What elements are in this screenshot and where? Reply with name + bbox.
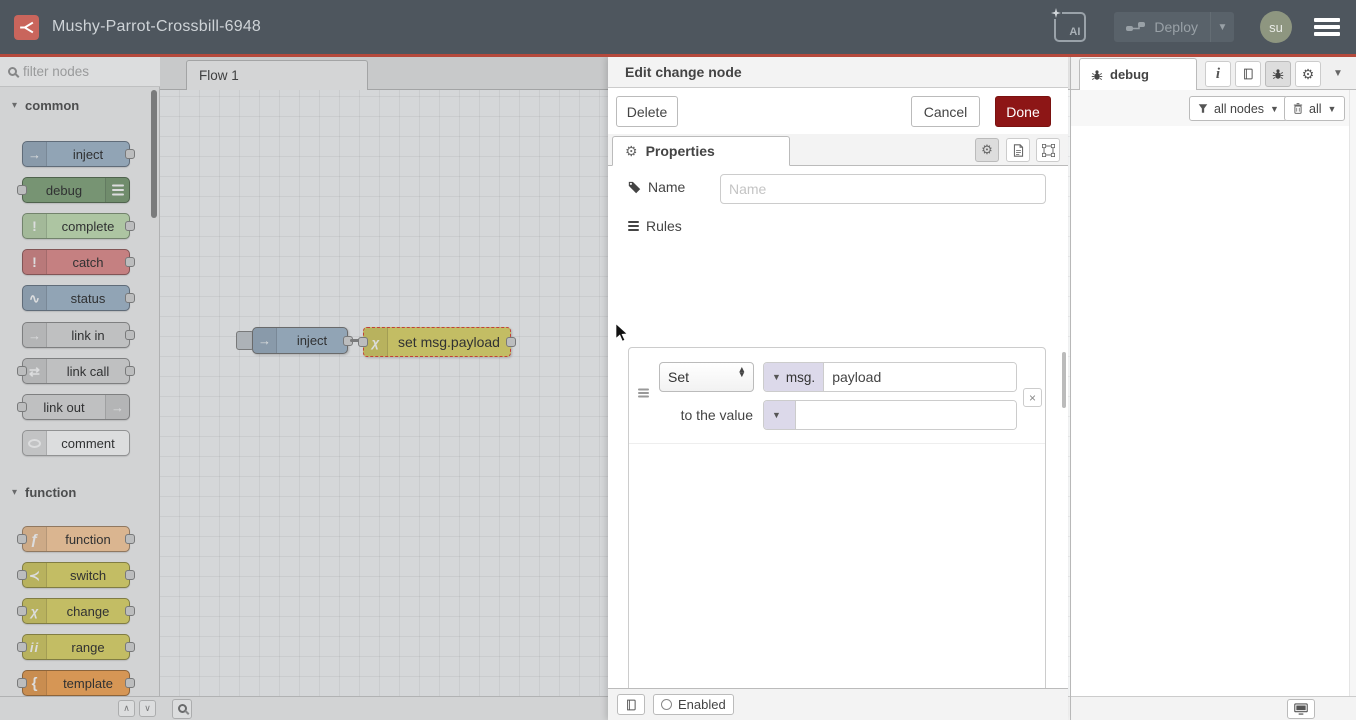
- avatar-initials: su: [1269, 20, 1283, 35]
- ai-label: AI: [1069, 26, 1080, 38]
- info-sidebar-button[interactable]: i: [1205, 61, 1231, 87]
- sidebar-tab-bar: debug i ⚙ ▼: [1071, 57, 1356, 90]
- node-help-button[interactable]: [617, 694, 645, 715]
- name-label-text: Name: [648, 179, 685, 195]
- dialog-tab-bar: ⚙ Properties ⚙: [608, 134, 1068, 166]
- appearance-frame-icon: [1042, 144, 1055, 157]
- deploy-button-group: Deploy ▼: [1114, 12, 1234, 42]
- dialog-title: Edit change node: [608, 57, 1068, 88]
- properties-tab-label: Properties: [646, 143, 715, 159]
- user-avatar[interactable]: su: [1260, 11, 1292, 43]
- select-stepper-icon: ▲▼: [738, 367, 746, 377]
- gear-icon: ⚙: [1302, 66, 1315, 83]
- name-field-label: Name: [628, 179, 685, 195]
- event-log-button[interactable]: [1287, 699, 1315, 719]
- sidebar-footer: [1071, 696, 1356, 720]
- debug-messages-panel: [1071, 126, 1356, 696]
- editor-shade-overlay: [0, 57, 608, 720]
- mouse-cursor: [615, 323, 629, 346]
- caret-down-icon: ▼: [1270, 104, 1279, 114]
- debug-filter-button[interactable]: all nodes ▼: [1189, 96, 1288, 121]
- debug-clear-button[interactable]: all ▼: [1284, 96, 1345, 121]
- help-sidebar-button[interactable]: [1235, 61, 1261, 87]
- sparkle-icon: [1050, 7, 1062, 19]
- debug-sidebar-button[interactable]: [1265, 61, 1291, 87]
- deploy-button[interactable]: Deploy: [1114, 12, 1210, 42]
- node-appearance-button[interactable]: [1036, 138, 1060, 162]
- book-icon: [625, 699, 637, 711]
- caret-down-icon: ▼: [1328, 104, 1337, 114]
- rule-value-typed-input: ▼: [763, 400, 1017, 430]
- debug-toolbar: all nodes ▼ all ▼: [1071, 90, 1356, 126]
- deploy-label: Deploy: [1154, 19, 1198, 35]
- rules-list: Set ▲▼ ▼ msg. × to the value: [628, 347, 1046, 720]
- rules-section-label: Rules: [628, 218, 682, 234]
- rule-action-value: Set: [668, 369, 689, 385]
- enabled-label: Enabled: [678, 697, 726, 712]
- rules-label-text: Rules: [646, 218, 682, 234]
- cancel-button[interactable]: Cancel: [911, 96, 980, 127]
- tab-properties[interactable]: ⚙ Properties: [612, 136, 790, 166]
- delete-label: Delete: [627, 104, 667, 120]
- property-type-label: msg.: [786, 370, 815, 385]
- caret-down-icon: ▼: [772, 372, 781, 382]
- tab-debug[interactable]: debug: [1079, 58, 1197, 90]
- ai-assistant-button[interactable]: AI: [1054, 12, 1086, 42]
- property-input[interactable]: [824, 363, 1016, 391]
- clear-label: all: [1309, 102, 1322, 116]
- drag-handle-icon[interactable]: [638, 389, 649, 391]
- to-value-label-text: to the value: [681, 407, 753, 423]
- tag-icon: [628, 181, 641, 194]
- rule-property-typed-input: ▼ msg.: [763, 362, 1017, 392]
- delete-button[interactable]: Delete: [616, 96, 678, 127]
- status-circle-icon: [661, 699, 672, 710]
- dialog-form: Name Rules Set ▲▼ ▼ msg.: [608, 166, 1068, 688]
- enabled-toggle-button[interactable]: Enabled: [653, 694, 734, 715]
- rule-item: Set ▲▼ ▼ msg. × to the value: [629, 348, 1045, 444]
- property-type-button[interactable]: ▼ msg.: [764, 363, 824, 391]
- done-button[interactable]: Done: [995, 96, 1051, 127]
- main-menu-button[interactable]: [1314, 18, 1340, 36]
- config-nodes-sidebar-button[interactable]: ⚙: [1295, 61, 1321, 87]
- right-sidebar: debug i ⚙ ▼ all nodes ▼: [1070, 57, 1356, 720]
- name-input[interactable]: [720, 174, 1046, 204]
- dialog-scrollbar[interactable]: [1062, 352, 1066, 408]
- value-type-button[interactable]: ▼: [764, 401, 796, 429]
- cancel-label: Cancel: [924, 104, 968, 120]
- trash-icon: [1293, 103, 1303, 114]
- document-icon: [1012, 144, 1025, 157]
- book-icon: [1242, 68, 1254, 80]
- filter-label: all nodes: [1214, 102, 1264, 116]
- caret-down-icon: ▼: [772, 410, 781, 420]
- bug-icon: [1272, 68, 1284, 80]
- node-red-editor: Mushy-Parrot-Crossbill-6948 AI Deploy ▼ …: [0, 0, 1356, 720]
- gear-icon: ⚙: [625, 143, 638, 160]
- gear-icon: ⚙: [981, 142, 993, 158]
- dialog-button-row: Delete Cancel Done: [608, 88, 1068, 134]
- value-input[interactable]: [796, 401, 1016, 429]
- delete-rule-button[interactable]: ×: [1023, 388, 1042, 407]
- edit-description-button[interactable]: [1006, 138, 1030, 162]
- list-icon: [628, 221, 639, 223]
- sidebar-menu-caret[interactable]: ▼: [1333, 68, 1343, 79]
- sidebar-scrollbar-track[interactable]: [1349, 90, 1356, 696]
- deploy-options-button[interactable]: ▼: [1210, 12, 1234, 42]
- debug-tab-label: debug: [1110, 67, 1149, 82]
- node-red-logo-icon: [14, 15, 39, 40]
- info-icon: i: [1216, 66, 1220, 83]
- monitor-icon: [1294, 703, 1308, 715]
- flow-title: Mushy-Parrot-Crossbill-6948: [52, 18, 261, 36]
- edit-properties-button[interactable]: ⚙: [975, 138, 999, 162]
- dialog-footer: Enabled: [608, 688, 1068, 720]
- done-label: Done: [1006, 104, 1039, 120]
- rule-action-select[interactable]: Set ▲▼: [659, 362, 754, 392]
- bug-icon: [1091, 69, 1103, 81]
- to-value-label: to the value: [653, 407, 753, 423]
- funnel-icon: [1198, 103, 1208, 114]
- deploy-nodes-icon: [1126, 21, 1146, 33]
- header: Mushy-Parrot-Crossbill-6948 AI Deploy ▼ …: [0, 0, 1356, 57]
- edit-change-node-dialog: Edit change node Delete Cancel Done ⚙ Pr…: [608, 57, 1068, 720]
- header-actions: AI Deploy ▼ su: [1054, 0, 1356, 54]
